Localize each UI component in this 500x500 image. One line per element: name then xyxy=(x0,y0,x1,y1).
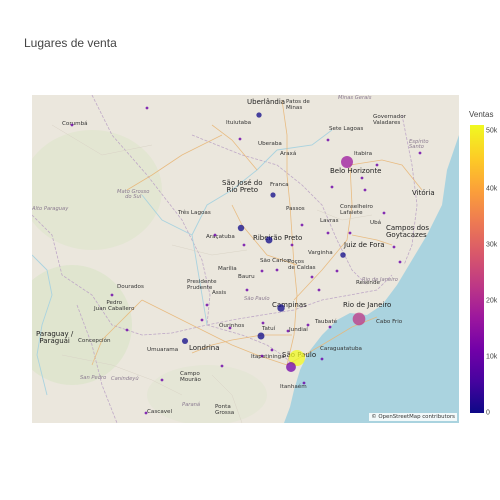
sales-marker-small[interactable] xyxy=(302,381,306,385)
sales-marker-small[interactable] xyxy=(125,328,129,332)
sales-marker[interactable] xyxy=(265,236,273,244)
sales-marker-small[interactable] xyxy=(326,231,330,235)
sales-marker[interactable] xyxy=(270,192,276,198)
sales-marker[interactable] xyxy=(286,362,296,372)
sales-marker-small[interactable] xyxy=(160,378,164,382)
sales-marker[interactable] xyxy=(256,112,262,118)
sales-marker-small[interactable] xyxy=(238,137,242,141)
sales-marker-small[interactable] xyxy=(328,325,332,329)
sales-marker-small[interactable] xyxy=(270,348,274,352)
colorbar-tick: 20k xyxy=(486,297,498,305)
colorbar-tick: 30k xyxy=(486,241,498,249)
sales-marker-small[interactable] xyxy=(335,269,339,273)
sales-marker-small[interactable] xyxy=(205,303,209,307)
colorbar-title: Ventas xyxy=(469,110,494,119)
colorbar-tick: 50k xyxy=(486,127,498,135)
colorbar-tick: 10k xyxy=(486,353,498,361)
sales-marker-small[interactable] xyxy=(360,176,364,180)
sales-marker-small[interactable] xyxy=(70,123,74,127)
sales-marker[interactable] xyxy=(181,337,189,345)
sales-marker-small[interactable] xyxy=(260,269,264,273)
sales-marker-small[interactable] xyxy=(382,211,386,215)
sales-marker-small[interactable] xyxy=(245,288,249,292)
sales-marker-small[interactable] xyxy=(306,323,310,327)
sales-marker-small[interactable] xyxy=(317,288,321,292)
sales-marker-small[interactable] xyxy=(290,243,294,247)
sales-marker-small[interactable] xyxy=(261,321,265,325)
sales-marker-small[interactable] xyxy=(286,329,290,333)
sales-marker-small[interactable] xyxy=(144,411,148,415)
map-area[interactable]: Uberlândia Patos de Minas Minas Gerais C… xyxy=(32,95,459,423)
map-title: Lugares de venta xyxy=(24,36,117,50)
sales-marker-small[interactable] xyxy=(228,326,232,330)
colorbar-tick: 40k xyxy=(486,185,498,193)
sales-marker-small[interactable] xyxy=(145,106,149,110)
sales-marker-small[interactable] xyxy=(330,185,334,189)
sales-marker[interactable] xyxy=(340,252,346,258)
sales-marker[interactable] xyxy=(237,224,245,232)
sales-marker[interactable] xyxy=(277,304,285,312)
sales-marker-small[interactable] xyxy=(363,188,367,192)
sales-marker-small[interactable] xyxy=(398,260,402,264)
colorbar xyxy=(470,125,484,413)
sales-marker-small[interactable] xyxy=(200,318,204,322)
sales-marker-small[interactable] xyxy=(392,245,396,249)
sales-marker-small[interactable] xyxy=(110,293,114,297)
sales-marker-small[interactable] xyxy=(348,231,352,235)
sales-markers[interactable] xyxy=(32,95,459,423)
map-attribution[interactable]: © OpenStreetMap contributors xyxy=(369,413,457,421)
sales-marker-small[interactable] xyxy=(300,223,304,227)
sales-marker-small[interactable] xyxy=(213,233,217,237)
sales-marker[interactable] xyxy=(257,332,265,340)
sales-marker-small[interactable] xyxy=(418,151,422,155)
sales-marker-small[interactable] xyxy=(220,364,224,368)
sales-marker-small[interactable] xyxy=(260,354,264,358)
sales-marker-small[interactable] xyxy=(320,357,324,361)
sales-marker[interactable] xyxy=(341,156,353,168)
colorbar-tick: 0 xyxy=(486,409,490,417)
sales-marker-small[interactable] xyxy=(242,243,246,247)
sales-marker-small[interactable] xyxy=(375,163,379,167)
sales-marker-small[interactable] xyxy=(275,268,279,272)
sales-marker-small[interactable] xyxy=(310,275,314,279)
sales-marker[interactable] xyxy=(352,312,366,326)
sales-marker-small[interactable] xyxy=(326,138,330,142)
